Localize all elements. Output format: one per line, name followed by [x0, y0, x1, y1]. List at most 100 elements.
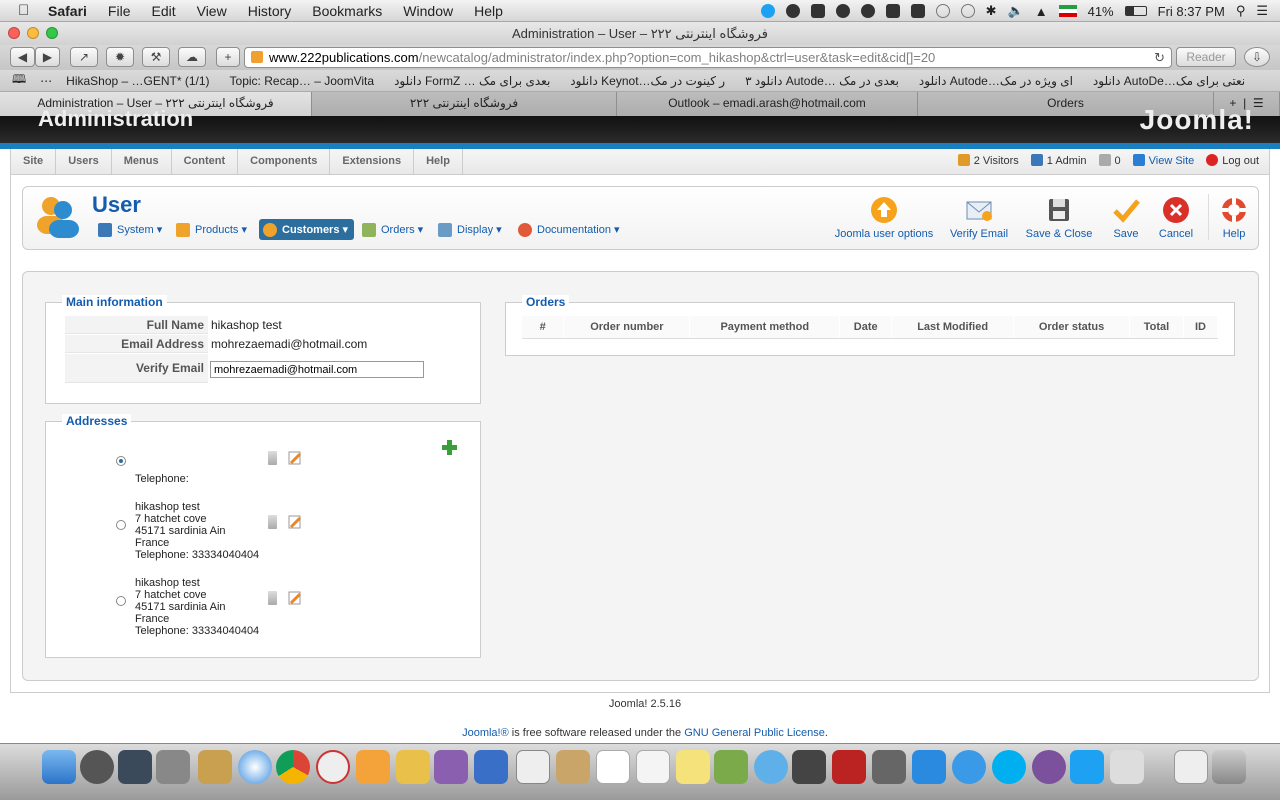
app-icon[interactable] [872, 750, 906, 784]
extension-icon[interactable]: ✹ [106, 47, 134, 67]
delete-address-icon[interactable] [268, 451, 277, 465]
volume-icon[interactable]: 🔈 [1008, 3, 1024, 19]
visitors-count[interactable]: 2 Visitors [957, 154, 1019, 167]
submenu-documentation[interactable]: Documentation ▾ [514, 219, 624, 240]
column-header[interactable]: Order status [1013, 316, 1130, 339]
twitter-icon[interactable] [760, 4, 775, 18]
add-address-icon[interactable] [441, 439, 458, 456]
viber-icon[interactable] [860, 4, 875, 18]
clock[interactable]: Fri 8:37 PM [1158, 4, 1225, 19]
column-header[interactable]: Date [839, 316, 893, 339]
bookmark-item[interactable]: دانلود FormZ … بعدی برای مک [394, 74, 550, 88]
reload-icon[interactable]: ↻ [1154, 48, 1165, 67]
column-header[interactable]: ID [1183, 316, 1219, 339]
cancel-button[interactable]: Cancel [1156, 196, 1196, 240]
facetime-icon[interactable] [792, 750, 826, 784]
finder-icon[interactable] [42, 750, 76, 784]
mission-control-icon[interactable] [118, 750, 152, 784]
column-header[interactable]: Last Modified [891, 316, 1015, 339]
stickies-icon[interactable] [676, 750, 710, 784]
calendar-icon[interactable] [596, 750, 630, 784]
viber-app-icon[interactable] [1032, 750, 1066, 784]
close-window-icon[interactable] [8, 27, 20, 39]
contacts-icon[interactable] [556, 750, 590, 784]
cloud-icon[interactable]: ☁ [178, 47, 206, 67]
submenu-system[interactable]: System ▾ [94, 219, 166, 240]
chat-bubble-icon[interactable] [935, 4, 950, 18]
app-store-icon[interactable] [912, 750, 946, 784]
itunes-icon[interactable] [952, 750, 986, 784]
iran-flag-icon[interactable] [1058, 5, 1077, 17]
wifi-icon[interactable]: ▲ [1035, 4, 1048, 19]
wrench-icon[interactable]: ⚒ [142, 47, 170, 67]
vlc-document-icon[interactable] [1174, 750, 1208, 784]
browser-tab[interactable]: Outlook – emadi.arash@hotmail.com [617, 92, 918, 116]
battery-icon[interactable] [1124, 6, 1147, 16]
menu-help[interactable]: Help [474, 3, 503, 19]
logout-link[interactable]: Log out [1206, 154, 1259, 167]
bookmark-item[interactable]: دانلود ۳ Autode… بعدی در مک [745, 74, 899, 88]
verify-email-input[interactable] [210, 361, 424, 378]
column-header[interactable]: # [522, 316, 565, 339]
skype-icon[interactable] [992, 750, 1026, 784]
delete-address-icon[interactable] [268, 515, 277, 529]
gpl-link[interactable]: GNU General Public License [684, 727, 825, 739]
app-icon[interactable] [434, 750, 468, 784]
menu-components[interactable]: Components [238, 148, 331, 175]
app-icon[interactable] [1110, 750, 1144, 784]
save-button[interactable]: Save [1108, 196, 1144, 240]
address-radio-1[interactable] [116, 456, 126, 466]
battery-percent[interactable]: 41% [1088, 4, 1114, 19]
menu-site[interactable]: Site [11, 148, 57, 175]
notes-app-icon[interactable] [396, 750, 430, 784]
apple-menu-icon[interactable]:  [18, 2, 34, 20]
bluetooth-icon[interactable]: ✱ [986, 3, 997, 19]
quote-icon[interactable] [785, 4, 800, 18]
check-icon[interactable] [910, 4, 925, 18]
column-header[interactable]: Total [1129, 316, 1184, 339]
menu-file[interactable]: File [108, 3, 131, 19]
ibooks-icon[interactable] [356, 750, 390, 784]
launchpad-icon[interactable] [80, 750, 114, 784]
joomla-user-options-button[interactable]: Joomla user options [832, 196, 936, 240]
menu-app-safari[interactable]: Safari [48, 3, 87, 19]
textedit-icon[interactable] [516, 750, 550, 784]
minimize-window-icon[interactable] [27, 27, 39, 39]
forward-icon[interactable]: ▶ [35, 47, 60, 67]
menu-extensions[interactable]: Extensions [330, 148, 415, 175]
column-header[interactable]: Payment method [689, 316, 841, 339]
system-preferences-icon[interactable] [156, 750, 190, 784]
address-radio-3[interactable] [116, 596, 126, 606]
menu-content[interactable]: Content [172, 148, 239, 175]
bookmark-item[interactable]: HikaShop – …GENT* (1/1) [66, 74, 209, 88]
app-icon[interactable] [316, 750, 350, 784]
menu-menus[interactable]: Menus [112, 148, 172, 175]
column-header[interactable]: Order number [563, 316, 691, 339]
app-icon[interactable] [714, 750, 748, 784]
chrome-icon[interactable] [276, 750, 310, 784]
share-icon[interactable]: ↗ [70, 47, 98, 67]
dropbox-icon[interactable] [810, 4, 825, 18]
verify-email-button[interactable]: Verify Email [946, 196, 1012, 240]
bookmark-item[interactable]: دانلود Keynot…ر کینوت در مک [570, 74, 725, 88]
safari-icon[interactable] [238, 750, 272, 784]
messages-count[interactable]: 0 [1098, 154, 1121, 167]
time-machine-icon[interactable] [960, 4, 975, 18]
submenu-products[interactable]: Products ▾ [172, 219, 251, 240]
browser-tab[interactable]: فروشگاه اینترنتی ۲۲۲ [312, 92, 617, 116]
bookmark-item[interactable]: دانلود AutoDe…نعتی برای مک [1093, 74, 1245, 88]
delete-address-icon[interactable] [268, 591, 277, 605]
preview-icon[interactable] [198, 750, 232, 784]
bookmark-item[interactable]: دانلود Autode…ای ویژه در مک [919, 74, 1073, 88]
submenu-orders[interactable]: Orders ▾ [358, 219, 427, 240]
menu-history[interactable]: History [248, 3, 292, 19]
zoom-window-icon[interactable] [46, 27, 58, 39]
edit-address-icon[interactable] [288, 451, 302, 465]
menu-users[interactable]: Users [56, 148, 112, 175]
keynote-icon[interactable] [474, 750, 508, 784]
downloads-icon[interactable]: ⇩ [1244, 47, 1270, 67]
close-circle-icon[interactable] [835, 4, 850, 18]
reading-list-icon[interactable]: 🕮 [12, 70, 26, 91]
address-radio-2[interactable] [116, 520, 126, 530]
edit-address-icon[interactable] [288, 591, 302, 605]
